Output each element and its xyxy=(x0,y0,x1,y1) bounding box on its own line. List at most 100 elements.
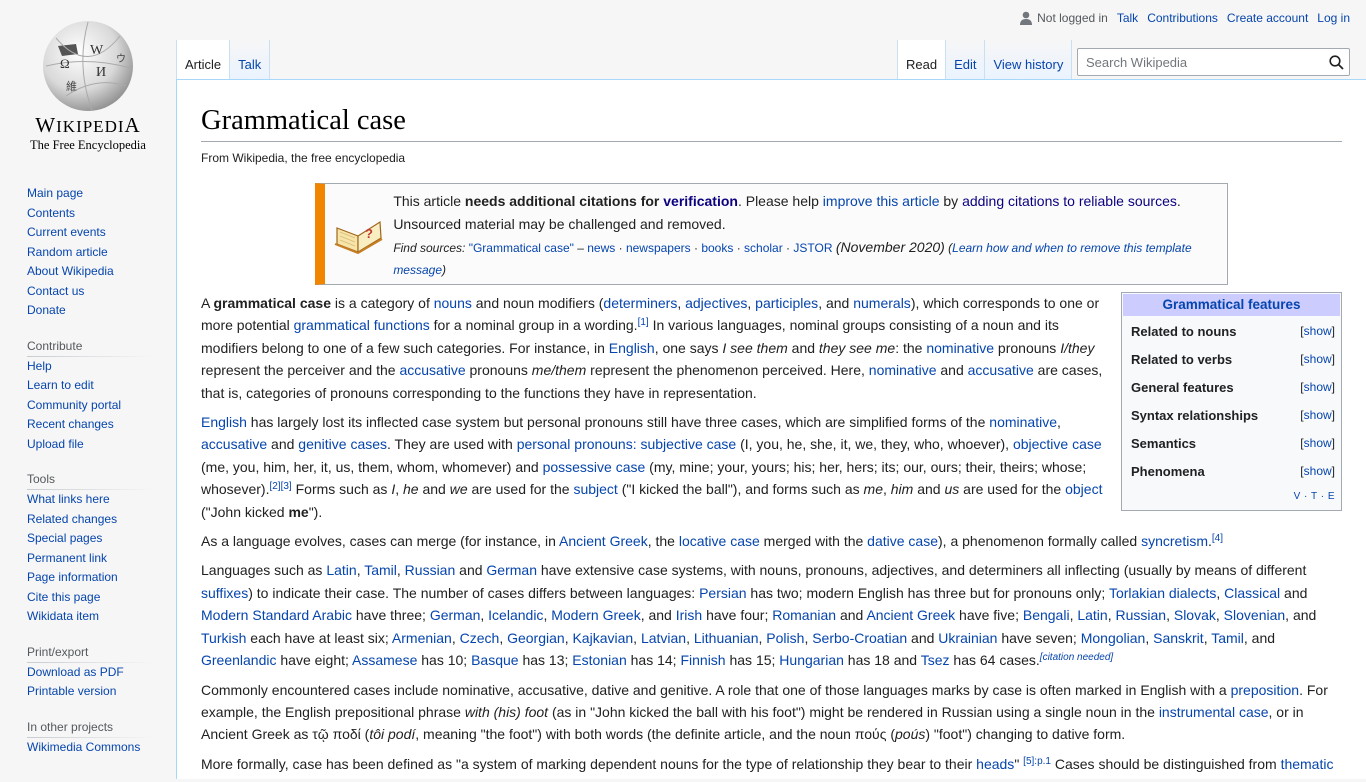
sidebar-item-about-wikipedia[interactable]: About Wikipedia xyxy=(27,264,114,278)
article-link[interactable]: Ancient Greek xyxy=(866,607,955,623)
article-link[interactable]: Turkish xyxy=(201,630,246,646)
article-link[interactable]: nouns xyxy=(434,295,472,311)
wikipedia-logo[interactable]: Ω W И 維 ウ WIKIPEDIA The Free Encyclopedi… xyxy=(0,0,176,160)
article-link[interactable]: syncretism xyxy=(1141,533,1208,549)
article-link[interactable]: nominative xyxy=(989,414,1057,430)
article-link[interactable]: accusative xyxy=(399,362,465,378)
sidebar-item-wikidata-item[interactable]: Wikidata item xyxy=(27,609,99,623)
article-link[interactable]: Kajkavian xyxy=(572,630,633,646)
article-link[interactable]: Ancient Greek xyxy=(559,533,648,549)
article-link[interactable]: object xyxy=(1065,481,1102,497)
source-jstor-link[interactable]: JSTOR xyxy=(793,241,832,255)
article-link[interactable]: heads xyxy=(976,756,1014,772)
sidebar-item-printable-version[interactable]: Printable version xyxy=(27,684,116,698)
article-link[interactable]: accusative xyxy=(968,362,1034,378)
article-link[interactable]: Lithuanian xyxy=(694,630,759,646)
article-link[interactable]: thematic xyxy=(1281,756,1334,772)
log-in-link[interactable]: Log in xyxy=(1317,11,1350,25)
sidebar-item-cite-this-page[interactable]: Cite this page xyxy=(27,590,100,604)
article-link[interactable]: participles xyxy=(755,295,818,311)
tab-talk[interactable]: Talk xyxy=(230,40,271,80)
sidebar-item-donate[interactable]: Donate xyxy=(27,303,66,317)
vte-view-link[interactable]: V xyxy=(1294,491,1301,502)
article-link[interactable]: Bengali xyxy=(1023,607,1070,623)
article-link[interactable]: German xyxy=(430,607,481,623)
improve-article-link[interactable]: improve this article xyxy=(823,193,940,209)
article-link[interactable]: locative case xyxy=(679,533,760,549)
reference-link[interactable]: [1] xyxy=(638,317,649,328)
article-link[interactable]: Finnish xyxy=(680,652,725,668)
article-link[interactable]: Torlakian dialects xyxy=(1109,585,1216,601)
sidebar-item-learn-to-edit[interactable]: Learn to edit xyxy=(27,378,94,392)
sidebar-item-main-page[interactable]: Main page xyxy=(27,186,83,200)
article-link[interactable]: preposition xyxy=(1231,682,1300,698)
reference-link[interactable]: [2] xyxy=(269,481,280,492)
article-link[interactable]: determiners xyxy=(603,295,677,311)
sidebar-item-what-links-here[interactable]: What links here xyxy=(27,492,110,506)
tab-view-history[interactable]: View history xyxy=(985,40,1073,80)
sidebar-item-contents[interactable]: Contents xyxy=(27,206,75,220)
article-link[interactable]: Latvian xyxy=(641,630,686,646)
article-link[interactable]: English xyxy=(609,340,655,356)
source-scholar-link[interactable]: scholar xyxy=(744,241,783,255)
article-link[interactable]: German xyxy=(486,562,537,578)
source-newspapers-link[interactable]: newspapers xyxy=(626,241,691,255)
article-link[interactable]: accusative xyxy=(201,436,267,452)
article-link[interactable]: Tamil xyxy=(1211,630,1244,646)
navbox-show-toggle[interactable]: show xyxy=(1304,464,1332,478)
sidebar-item-permanent-link[interactable]: Permanent link xyxy=(27,551,107,565)
source-news-link[interactable]: news xyxy=(587,241,615,255)
reference-link[interactable]: [4] xyxy=(1212,533,1223,544)
article-link[interactable]: Latin xyxy=(1077,607,1107,623)
tab-article[interactable]: Article xyxy=(176,40,231,80)
create-account-link[interactable]: Create account xyxy=(1227,11,1308,25)
article-link[interactable]: Estonian xyxy=(572,652,626,668)
article-link[interactable]: Persian xyxy=(699,585,746,601)
article-link[interactable]: instrumental case xyxy=(1159,704,1269,720)
adding-citations-link[interactable]: adding citations to reliable sources xyxy=(962,193,1177,209)
article-link[interactable]: genitive cases xyxy=(298,436,387,452)
tab-read[interactable]: Read xyxy=(897,40,947,80)
article-link[interactable]: English xyxy=(201,414,247,430)
tab-edit[interactable]: Edit xyxy=(946,40,986,80)
article-link[interactable]: Latin xyxy=(326,562,356,578)
sidebar-item-page-information[interactable]: Page information xyxy=(27,570,118,584)
reference-link[interactable]: [5]:p.1 xyxy=(1023,756,1051,767)
vte-talk-link[interactable]: T xyxy=(1311,491,1317,502)
sidebar-item-download-pdf[interactable]: Download as PDF xyxy=(27,665,124,679)
article-link[interactable]: Czech xyxy=(460,630,500,646)
article-link[interactable]: dative case xyxy=(867,533,938,549)
source-books-link[interactable]: books xyxy=(701,241,733,255)
article-link[interactable]: possessive case xyxy=(543,459,646,475)
article-link[interactable]: adjectives xyxy=(685,295,747,311)
find-source-query-link[interactable]: "Grammatical case" xyxy=(469,241,574,255)
navbox-show-toggle[interactable]: show xyxy=(1304,436,1332,450)
search-button[interactable] xyxy=(1323,49,1349,75)
sidebar-item-wikimedia-commons[interactable]: Wikimedia Commons xyxy=(27,740,140,754)
article-link[interactable]: Serbo-Croatian xyxy=(812,630,907,646)
navbox-show-toggle[interactable]: show xyxy=(1304,324,1332,338)
article-link[interactable]: nominative xyxy=(926,340,994,356)
personal-contributions-link[interactable]: Contributions xyxy=(1147,11,1218,25)
sidebar-item-recent-changes[interactable]: Recent changes xyxy=(27,417,114,431)
sidebar-item-related-changes[interactable]: Related changes xyxy=(27,512,117,526)
article-link[interactable]: subject xyxy=(573,481,617,497)
navbox-title-link[interactable]: Grammatical features xyxy=(1162,297,1300,312)
verification-link[interactable]: verification xyxy=(663,193,738,209)
article-link[interactable]: Slovak xyxy=(1174,607,1216,623)
article-link[interactable]: objective case xyxy=(1013,436,1102,452)
article-link[interactable]: Ukrainian xyxy=(938,630,997,646)
article-link[interactable]: personal pronouns: subjective case xyxy=(517,436,736,452)
article-link[interactable]: Tamil xyxy=(364,562,397,578)
sidebar-item-community-portal[interactable]: Community portal xyxy=(27,398,121,412)
sidebar-item-contact-us[interactable]: Contact us xyxy=(27,284,84,298)
article-link[interactable]: Assamese xyxy=(352,652,417,668)
article-link[interactable]: Modern Standard Arabic xyxy=(201,607,352,623)
article-link[interactable]: Mongolian xyxy=(1081,630,1146,646)
navbox-show-toggle[interactable]: show xyxy=(1304,380,1332,394)
sidebar-item-help[interactable]: Help xyxy=(27,359,52,373)
article-link[interactable]: Armenian xyxy=(392,630,452,646)
sidebar-item-current-events[interactable]: Current events xyxy=(27,225,106,239)
vte-edit-link[interactable]: E xyxy=(1328,491,1335,502)
article-link[interactable]: Georgian xyxy=(507,630,565,646)
